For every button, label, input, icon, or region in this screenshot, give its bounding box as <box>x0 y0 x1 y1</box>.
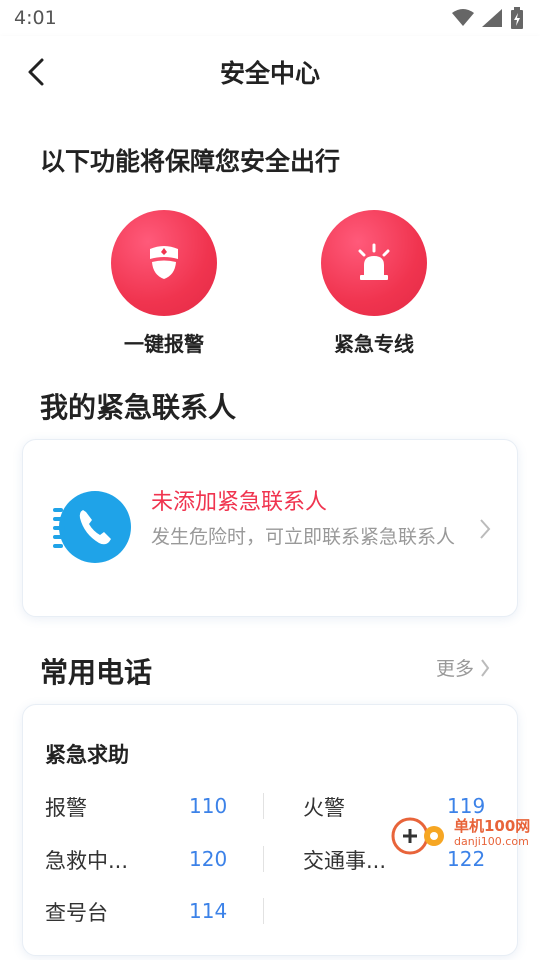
more-label: 更多 <box>435 658 474 680</box>
contact-empty-title: 未添加紧急联系人 <box>151 490 328 515</box>
nav-bar: 安全中心 <box>0 36 540 108</box>
signal-icon <box>482 9 502 27</box>
phone-number[interactable]: 120 <box>189 847 227 871</box>
phone-name: 火警 <box>303 796 345 820</box>
phone-name: 交通事... <box>303 849 387 873</box>
watermark-en: danji100.com <box>454 835 529 848</box>
phone-number[interactable]: 114 <box>189 899 227 923</box>
wifi-icon <box>452 9 474 26</box>
chevron-left-icon <box>28 58 44 86</box>
page-title: 安全中心 <box>219 59 320 88</box>
phone-name: 查号台 <box>45 901 108 925</box>
status-time: 4:01 <box>14 7 57 29</box>
feature-label: 紧急专线 <box>334 332 414 356</box>
emergency-contact-card[interactable]: 未添加紧急联系人 发生危险时，可立即联系紧急联系人 <box>22 439 518 617</box>
police-cap-icon <box>150 246 178 279</box>
watermark-text: 单机100网 danji100.com <box>454 818 530 850</box>
contacts-heading: 我的紧急联系人 <box>40 391 237 424</box>
phones-heading: 常用电话 <box>40 656 153 689</box>
phone-name: 急救中... <box>45 849 129 873</box>
feature-emergency-line[interactable]: 紧急专线 <box>299 210 449 357</box>
feature-circle[interactable] <box>321 210 427 316</box>
watermark-cn: 单机100网 <box>454 817 531 835</box>
chevron-right-icon <box>481 658 490 677</box>
status-icons <box>452 7 524 29</box>
phone-number[interactable]: 110 <box>189 794 227 818</box>
contact-empty-desc: 发生危险时，可立即联系紧急联系人 <box>151 526 456 548</box>
watermark: 单机100网 danji100.com <box>390 812 538 856</box>
battery-icon <box>511 7 523 29</box>
feature-one-key-alarm[interactable]: 一键报警 <box>89 210 239 357</box>
back-button[interactable] <box>18 54 54 90</box>
status-bar: 4:01 <box>0 0 540 36</box>
chevron-right-icon <box>480 519 491 539</box>
column-divider <box>263 846 264 872</box>
intro-heading: 以下功能将保障您安全出行 <box>40 147 341 176</box>
column-divider <box>263 898 264 924</box>
alarm-light-icon <box>358 243 390 280</box>
feature-circle[interactable] <box>111 210 217 316</box>
column-divider <box>263 793 264 819</box>
more-link[interactable]: 更多 <box>436 654 490 681</box>
phone-card-title: 紧急求助 <box>45 743 129 767</box>
phone-name: 报警 <box>45 796 87 820</box>
feature-label: 一键报警 <box>124 332 204 356</box>
watermark-logo-icon <box>391 817 444 855</box>
phone-icon <box>53 488 131 566</box>
